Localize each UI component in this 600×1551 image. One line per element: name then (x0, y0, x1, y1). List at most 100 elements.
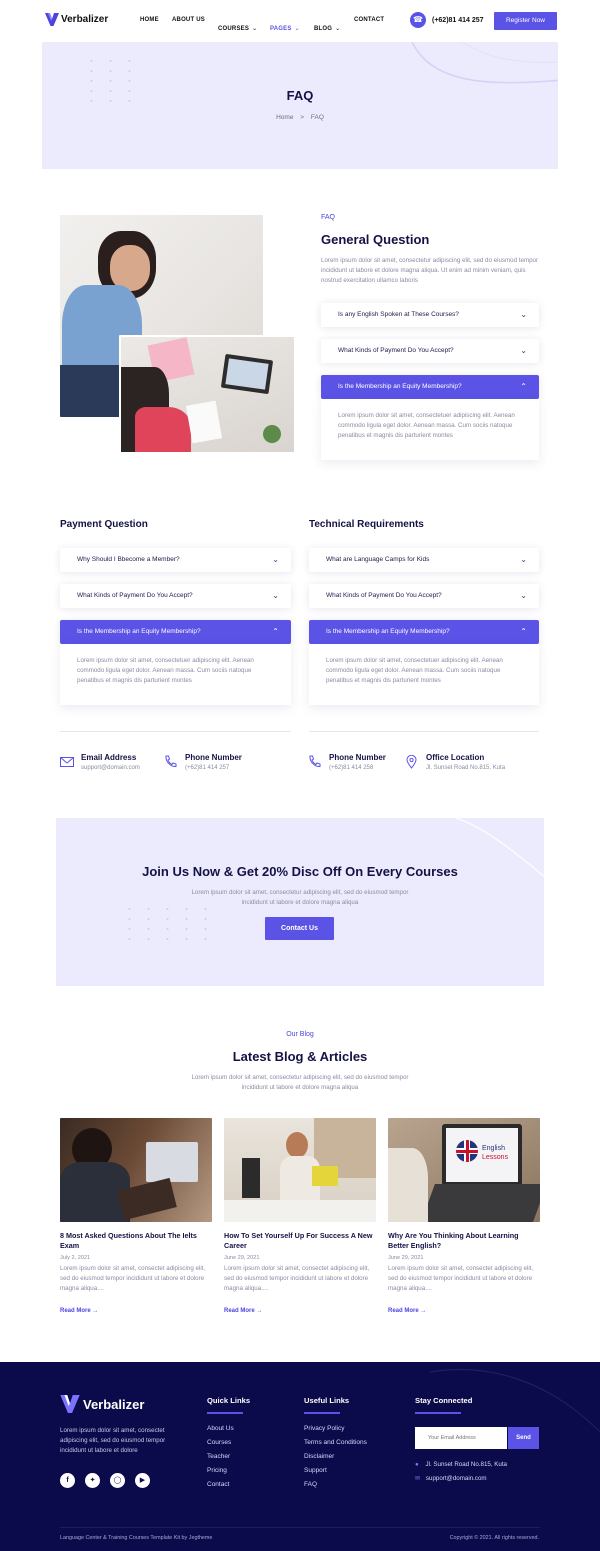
chevron-down-icon: ⌄ (335, 26, 341, 32)
title-underline (415, 1412, 461, 1414)
newsletter-email-input[interactable] (415, 1427, 507, 1449)
footer-link[interactable]: Support (304, 1464, 367, 1478)
footer-address: ● Jl. Sunset Road No.815, Kuta (415, 1461, 507, 1468)
photo-shape (312, 1166, 338, 1186)
instagram-icon[interactable]: ◯ (110, 1473, 125, 1488)
logo-mark-icon (45, 13, 59, 26)
footer-link[interactable]: FAQ (304, 1478, 367, 1492)
page-hero: FAQ Home > FAQ (42, 42, 558, 169)
copyright-left: Language Center & Training Courses Templ… (60, 1535, 213, 1541)
stay-connected: Stay Connected Send ● Jl. Sunset Road No… (415, 1396, 540, 1482)
footer-email[interactable]: ✉ support@domain.com (415, 1475, 487, 1482)
girl-laptop-photo (119, 335, 296, 454)
faq-answer: Lorem ipsum dolor sit amet, consectetuer… (60, 644, 291, 705)
read-more-link[interactable]: Read More → (388, 1308, 426, 1314)
nav-pages-label: PAGES (270, 26, 292, 32)
footer-email-text: support@domain.com (425, 1475, 487, 1482)
blog-post-title[interactable]: How To Set Yourself Up For Success A New… (224, 1231, 376, 1250)
photo-shape (242, 1158, 260, 1198)
chevron-down-icon: ⌄ (294, 26, 300, 32)
twitter-icon[interactable]: ✦ (85, 1473, 100, 1488)
footer-link[interactable]: About Us (207, 1422, 250, 1436)
faq-item-active[interactable]: Is the Membership an Equity Membership? ⌃ (309, 620, 539, 644)
blog-post-date: June 29, 2021 (224, 1255, 260, 1261)
footer-about: Lorem ipsum dolor sit amet, consectet ad… (60, 1427, 166, 1454)
contact-us-button[interactable]: Contact Us (265, 917, 334, 940)
read-more-link[interactable]: Read More → (60, 1308, 98, 1314)
facebook-icon[interactable]: f (60, 1473, 75, 1488)
nav-blog[interactable]: BLOG ⌄ (314, 17, 340, 35)
mail-icon: ✉ (415, 1475, 421, 1482)
contact-label: Office Location (426, 753, 485, 762)
footer-link[interactable]: Terms and Conditions (304, 1436, 367, 1450)
footer-brand-name: Verbalizer (83, 1396, 145, 1412)
contact-value[interactable]: (+62)81 414 257 (185, 765, 242, 771)
register-button[interactable]: Register Now (494, 12, 557, 30)
nav-about-us[interactable]: ABOUT US (172, 17, 205, 23)
blog-kicker: Our Blog (286, 1031, 314, 1038)
useful-links: Useful Links Privacy Policy Terms and Co… (304, 1396, 367, 1493)
read-more-label: Read More (60, 1308, 91, 1314)
faq-answer-text: Lorem ipsum dolor sit amet, consectetuer… (338, 412, 515, 439)
page-title: FAQ (286, 88, 314, 103)
faq-item[interactable]: What Kinds of Payment Do You Accept? ⌄ (309, 584, 539, 608)
footer-link[interactable]: Disclaimer (304, 1450, 367, 1464)
faq-item[interactable]: Is any English Spoken at These Courses? ⌄ (321, 303, 539, 327)
logo[interactable]: Verbalizer (45, 13, 108, 26)
nav-contact[interactable]: CONTACT (354, 17, 384, 23)
footer-divider (60, 1527, 540, 1528)
faq-question: What are Language Camps for Kids (326, 556, 430, 563)
quick-links-title: Quick Links (207, 1396, 251, 1405)
site-footer: Verbalizer Lorem ipsum dolor sit amet, c… (0, 1362, 600, 1551)
footer-link[interactable]: Contact (207, 1478, 250, 1492)
footer-logo[interactable]: Verbalizer (60, 1395, 144, 1413)
breadcrumb-current: FAQ (310, 114, 324, 121)
faq-item[interactable]: Why Should I Bbecome a Member? ⌄ (60, 548, 291, 572)
read-more-link[interactable]: Read More → (224, 1308, 262, 1314)
contact-label: Phone Number (185, 753, 242, 762)
youtube-icon[interactable]: ▶ (135, 1473, 150, 1488)
photo-shape (60, 365, 120, 417)
send-button[interactable]: Send (508, 1427, 539, 1449)
footer-link[interactable]: Courses (207, 1436, 250, 1450)
breadcrumb: Home > FAQ (42, 114, 558, 121)
faq-answer-text: Lorem ipsum dolor sit amet, consectetuer… (326, 657, 503, 684)
faq-question: Is the Membership an Equity Membership? (77, 628, 201, 635)
faq-item[interactable]: What are Language Camps for Kids ⌄ (309, 548, 539, 572)
nav-home[interactable]: HOME (140, 17, 159, 23)
technical-requirements-title: Technical Requirements (309, 519, 424, 530)
footer-link[interactable]: Pricing (207, 1464, 250, 1478)
faq-item-active[interactable]: Is the Membership an Equity Membership? ⌃ (321, 375, 539, 399)
contact-value: Jl. Sunset Road No.815, Kuta (426, 765, 506, 771)
blog-post-title[interactable]: 8 Most Asked Questions About The Ielts E… (60, 1231, 212, 1250)
blog-post-excerpt: Lorem ipsum dolor sit amet, consectet ad… (60, 1265, 206, 1292)
copyright-right: Copyright © 2021. All rights reserved. (449, 1535, 539, 1541)
photo-shape (146, 1142, 198, 1182)
footer-link[interactable]: Teacher (207, 1450, 250, 1464)
header-phone[interactable]: ☎ (+62)81 414 257 (410, 12, 484, 28)
faq-question: Is the Membership an Equity Membership? (338, 383, 462, 390)
nav-pages[interactable]: PAGES ⌄ (270, 17, 300, 35)
cta-banner: Join Us Now & Get 20% Disc Off On Every … (56, 818, 544, 986)
blog-post-title[interactable]: Why Are You Thinking About Learning Bett… (388, 1231, 540, 1250)
useful-links-title: Useful Links (304, 1396, 350, 1405)
laptop-screen-text: English Lessons (482, 1144, 508, 1162)
nav-blog-label: BLOG (314, 26, 333, 32)
blog-image (60, 1118, 212, 1222)
footer-link[interactable]: Privacy Policy (304, 1422, 367, 1436)
photo-shape (286, 1132, 308, 1158)
laptop-text-line: English (482, 1145, 505, 1152)
faq-item[interactable]: What Kinds of Payment Do You Accept? ⌄ (321, 339, 539, 363)
chevron-down-icon: ⌄ (520, 555, 527, 564)
contact-value[interactable]: (+62)81 414 258 (329, 765, 386, 771)
photo-shape (135, 407, 191, 452)
photo-shape (185, 400, 223, 444)
breadcrumb-home[interactable]: Home (276, 114, 293, 121)
contact-value[interactable]: support@domain.com (81, 765, 140, 771)
blog-image (224, 1118, 376, 1222)
nav-courses[interactable]: COURSES ⌄ (218, 17, 257, 35)
blog-post-date: July 2, 2021 (60, 1255, 91, 1261)
faq-item-active[interactable]: Is the Membership an Equity Membership? ⌃ (60, 620, 291, 644)
uk-flag (456, 1140, 478, 1162)
faq-item[interactable]: What Kinds of Payment Do You Accept? ⌄ (60, 584, 291, 608)
